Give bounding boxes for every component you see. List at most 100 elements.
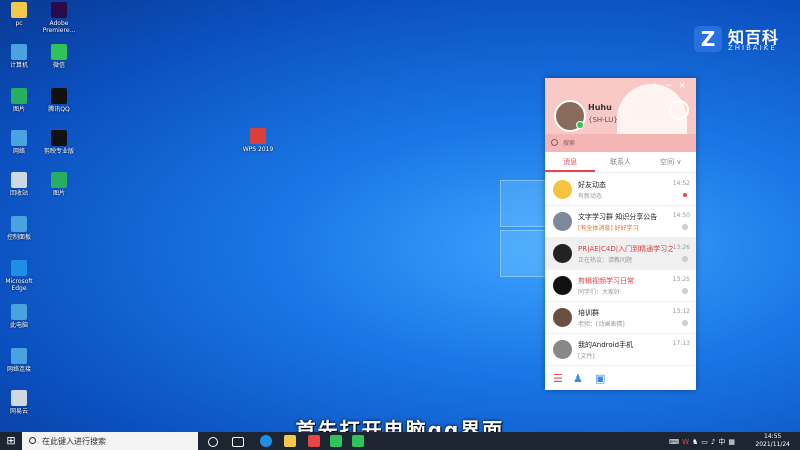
contact-name: 剪辑视频学习日常 xyxy=(578,277,634,285)
mute-icon xyxy=(682,224,688,230)
ime-indicator[interactable]: 中 xyxy=(718,438,728,446)
message-row[interactable]: PR|AE|C4D|入门到精通学习之群 正在热议：请教问题 13:26 xyxy=(545,238,696,270)
message-row[interactable]: 培训群老师：[动画表情] 13:12 xyxy=(545,302,696,334)
app-icon xyxy=(51,88,67,104)
app-icon xyxy=(11,88,27,104)
network-icon[interactable]: ▭ xyxy=(701,438,711,446)
wps-icon xyxy=(250,128,266,144)
start-button[interactable]: ⊞ xyxy=(0,432,22,450)
desktop-icon-label: WPS 2019 xyxy=(242,146,274,153)
tab-space[interactable]: 空间 ∨ xyxy=(646,152,696,172)
desktop-icon-label: 微信 xyxy=(52,62,65,69)
desktop-icon-label: 计算机 xyxy=(9,62,28,69)
contact-name: 文字学习群 知识分享公告 xyxy=(578,213,658,221)
contact-avatar xyxy=(553,340,572,359)
app-icon xyxy=(11,130,27,146)
message-preview: [有全体消息] 好好学习 xyxy=(578,225,639,232)
desktop-icon-wps[interactable]: WPS 2019 xyxy=(238,128,278,153)
desktop-icon[interactable]: 腾讯QQ xyxy=(42,88,76,113)
desktop-icon[interactable]: Adobe Premiere... xyxy=(42,2,76,34)
desktop-icon-label: 此电脑 xyxy=(9,322,28,329)
taskbar-search-placeholder: 在此键入进行搜索 xyxy=(42,437,106,446)
app-icon xyxy=(11,348,27,364)
app-icon xyxy=(11,216,27,232)
message-time: 14:50 xyxy=(672,212,690,219)
desktop-icon[interactable]: 网络 xyxy=(2,130,36,155)
wechat-taskbar-icon[interactable] xyxy=(330,435,342,447)
signature[interactable]: {SH-LU} xyxy=(588,116,618,124)
unread-dot-icon xyxy=(683,193,687,197)
contact-name: 培训群 xyxy=(578,309,599,317)
desktop-icon[interactable]: 计算机 xyxy=(2,44,36,69)
app-icon xyxy=(11,172,27,188)
minimize-icon[interactable]: − xyxy=(665,81,679,91)
desktop-icon[interactable]: 网络连接 xyxy=(2,348,36,373)
keyboard-icon[interactable]: ⌨ xyxy=(669,438,682,446)
qq-tray-icon[interactable]: ♞ xyxy=(692,438,701,446)
message-preview: 同学们：大家好 xyxy=(578,289,621,296)
clock[interactable]: 14:55 2021/11/24 xyxy=(755,433,790,449)
app-icon xyxy=(11,2,27,18)
message-row[interactable]: 文字学习群 知识分享公告 [有全体消息] 好好学习 14:50 xyxy=(545,206,696,238)
online-status-icon[interactable] xyxy=(576,121,584,129)
desktop-icon[interactable]: Microsoft Edge xyxy=(2,260,36,292)
desktop-icon-label: 剪映专业版 xyxy=(43,148,74,155)
app-taskbar-icon[interactable] xyxy=(352,435,364,447)
cortana-icon[interactable] xyxy=(208,437,218,447)
message-preview: 老师：[动画表情] xyxy=(578,321,625,328)
qq-footer: ☰ ♟ ▣ xyxy=(545,368,696,390)
desktop-icon-label: 网络 xyxy=(12,148,25,155)
contact-name: 我的Android手机 xyxy=(578,341,634,349)
message-row[interactable]: 好友动态 有新动态 14:52 xyxy=(545,174,696,206)
main-menu-icon[interactable]: ☰ xyxy=(553,372,563,385)
contact-avatar xyxy=(553,180,572,199)
grid-icon[interactable]: ▦ xyxy=(728,438,738,446)
wps-tray-icon[interactable]: W xyxy=(682,438,692,446)
app-icon xyxy=(51,2,67,18)
tab-contacts[interactable]: 联系人 xyxy=(595,152,645,172)
task-view-icon[interactable] xyxy=(232,437,244,447)
message-time: 17:13 xyxy=(672,340,690,347)
desktop-icon[interactable]: 控制面板 xyxy=(2,216,36,241)
search-input[interactable]: 搜索 xyxy=(545,134,696,152)
desktop-icon[interactable]: 此电脑 xyxy=(2,304,36,329)
clock-time: 14:55 xyxy=(764,433,782,440)
desktop-icon[interactable]: 网易云 xyxy=(2,390,36,415)
nickname: Huhu xyxy=(588,103,612,112)
desktop-icon[interactable]: pc xyxy=(2,2,36,27)
desktop-icon[interactable]: 图片 xyxy=(42,172,76,197)
wps-taskbar-icon[interactable] xyxy=(308,435,320,447)
desktop-icon[interactable]: 图片 xyxy=(2,88,36,113)
weather-icon xyxy=(669,100,689,120)
app-icon xyxy=(11,44,27,60)
edge-icon[interactable] xyxy=(260,435,272,447)
message-row[interactable]: 我的Android手机 [文件] 17:13 xyxy=(545,334,696,366)
close-icon[interactable]: × xyxy=(678,81,692,91)
app-icon xyxy=(51,130,67,146)
contact-avatar xyxy=(553,308,572,327)
message-time: 14:52 xyxy=(672,180,690,187)
file-explorer-icon[interactable] xyxy=(284,435,296,447)
desktop-icon[interactable]: 微信 xyxy=(42,44,76,69)
message-time: 13:12 xyxy=(672,308,690,315)
system-tray: ⌨W♞▭♪中▦ xyxy=(669,437,738,447)
message-row[interactable]: 剪辑视频学习日常 同学们：大家好 13:25 xyxy=(545,270,696,302)
contact-name: PR|AE|C4D|入门到精通学习之群 xyxy=(578,245,673,253)
brand-logo: Z 知百科 ZHIBAIKE xyxy=(694,24,794,56)
message-preview: 正在热议：请教问题 xyxy=(578,257,633,264)
add-icon[interactable]: + xyxy=(651,81,665,91)
brand-mark-icon: Z xyxy=(694,26,722,52)
desktop-icon[interactable]: 剪映专业版 xyxy=(42,130,76,155)
window-controls: +−× xyxy=(651,81,692,91)
add-friend-icon[interactable]: ♟ xyxy=(573,372,583,385)
app-icon xyxy=(11,260,27,276)
qq-tabs: 消息 联系人 空间 ∨ xyxy=(545,152,696,173)
app-icon xyxy=(11,304,27,320)
desktop-icon[interactable]: 回收站 xyxy=(2,172,36,197)
taskbar-search-input[interactable]: 在此键入进行搜索 xyxy=(22,432,198,450)
tab-messages[interactable]: 消息 xyxy=(545,152,596,172)
contact-name: 好友动态 xyxy=(578,181,606,189)
desktop-icon-label: Adobe Premiere... xyxy=(42,20,76,34)
app-manager-icon[interactable]: ▣ xyxy=(595,372,605,385)
qq-header: +−× Huhu {SH-LU} 搜索 xyxy=(545,78,696,152)
